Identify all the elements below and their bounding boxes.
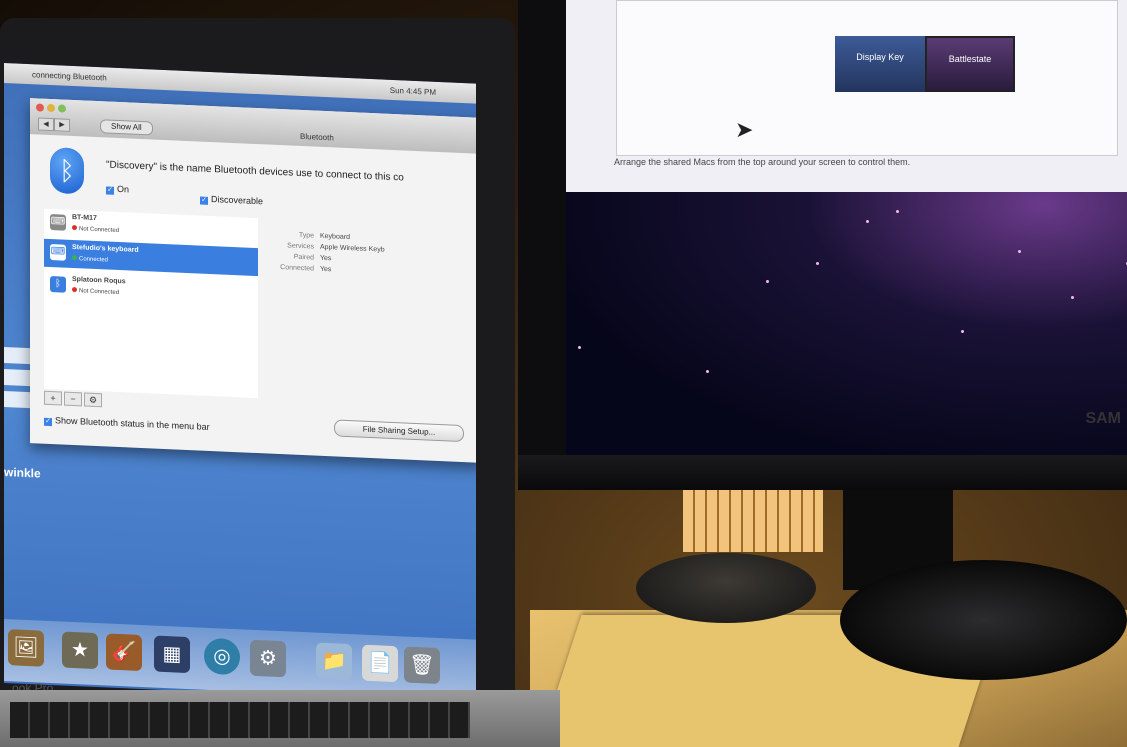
galaxy-star [866, 220, 869, 223]
desktop-label: winkle [4, 465, 41, 481]
computer-mouse [636, 553, 816, 623]
on-checkbox[interactable]: ✓ On [106, 183, 129, 195]
background-window-blinds [683, 490, 823, 552]
on-checkbox-label: On [117, 183, 130, 195]
device-status: Connected [72, 254, 109, 264]
iphoto-icon[interactable]: 🖼 [8, 629, 44, 667]
monitor-bezel-bottom [518, 455, 1127, 490]
device-status: Not Connected [72, 224, 120, 235]
bluetooth-icon: ᛒ [50, 147, 84, 195]
detail-label: Connected [280, 264, 314, 273]
device-status-text: Connected [79, 256, 109, 264]
device-status-text: Not Connected [79, 288, 120, 297]
bluetooth-icon: ᛒ [50, 276, 66, 293]
remove-device-button[interactable]: − [64, 391, 82, 407]
discovery-description: "Discovery" is the name Bluetooth device… [106, 159, 404, 184]
arrange-area: Display Key Battlestate ➤ [616, 0, 1118, 156]
monitor-screen: Display Key Battlestate ➤ Arrange the sh… [566, 0, 1127, 455]
discoverable-checkbox[interactable]: ✓ Discoverable [200, 194, 263, 208]
mac-thumbnail-battlestate[interactable]: Battlestate [925, 36, 1015, 92]
keyboard-icon: ⌨ [50, 214, 66, 231]
status-dot-icon [72, 286, 77, 293]
zoom-button[interactable] [58, 104, 66, 113]
galaxy-star [578, 346, 581, 349]
imovie-icon[interactable]: ★ [62, 631, 98, 670]
minimize-button[interactable] [47, 103, 55, 113]
laptop-keyboard [0, 690, 560, 747]
monitor-stand-base [840, 560, 1127, 680]
show-status-label: Show Bluetooth status in the menu bar [55, 415, 210, 432]
gear-icon[interactable]: ⚙ [84, 392, 102, 408]
galaxy-star [816, 262, 819, 265]
nav-buttons: ◀ ▶ [38, 117, 70, 132]
menu-bar: connecting Bluetooth Sun 4:45 PM [4, 63, 476, 104]
device-status-text: Not Connected [79, 226, 120, 235]
show-status-checkbox[interactable]: ✓ Show Bluetooth status in the menu bar [44, 415, 210, 433]
detail-value: Apple Wireless Keyb [320, 243, 385, 254]
mouse-pointer-icon: ➤ [735, 117, 754, 142]
close-button[interactable] [36, 103, 44, 112]
shared-macs-window: Display Key Battlestate ➤ Arrange the sh… [566, 0, 1127, 192]
time-machine-icon[interactable]: ◎ [204, 637, 240, 676]
detail-value: Yes [320, 254, 332, 263]
window-title: Bluetooth [300, 131, 334, 143]
add-device-button[interactable]: + [44, 390, 62, 406]
document-icon[interactable]: 📄 [362, 644, 398, 683]
arrange-instructions: Arrange the shared Macs from the top aro… [614, 157, 911, 167]
status-dot-icon [72, 254, 77, 261]
device-list: ⌨ BT-M17 Not Connected ⌨ Stefudio's keyb… [44, 208, 258, 399]
keyboard-icon: ⌨ [50, 244, 66, 261]
checkmark-icon: ✓ [106, 186, 114, 195]
checkmark-icon: ✓ [200, 196, 208, 205]
device-status: Not Connected [72, 286, 120, 297]
discoverable-checkbox-label: Discoverable [211, 194, 264, 207]
window-titlebar: ◀ ▶ Show All Bluetooth [30, 98, 476, 154]
device-details: Type Keyboard Services Apple Wireless Keyb… [270, 229, 385, 278]
window-controls [36, 103, 66, 113]
status-dot-icon [72, 224, 77, 231]
external-monitor: Display Key Battlestate ➤ Arrange the sh… [518, 0, 1127, 490]
device-name: Stefudio's keyboard [72, 243, 139, 254]
device-name: Splatoon Roqus [72, 275, 126, 286]
galaxy-star [706, 370, 709, 373]
spaces-icon[interactable]: ▦ [154, 635, 190, 674]
bluetooth-preferences-window: ◀ ▶ Show All Bluetooth ᛒ "Discovery" is … [30, 98, 476, 463]
detail-value: Keyboard [320, 232, 350, 242]
forward-button[interactable]: ▶ [54, 118, 70, 132]
galaxy-star [961, 330, 964, 333]
device-name: BT-M17 [72, 213, 97, 223]
trash-icon[interactable]: 🗑 [404, 646, 440, 685]
keyboard-keys [10, 702, 470, 738]
galaxy-star [896, 210, 899, 213]
file-sharing-setup-button[interactable]: File Sharing Setup... [334, 419, 464, 443]
galaxy-star [1018, 250, 1021, 253]
garageband-icon[interactable]: 🎸 [106, 633, 142, 672]
mac-thumbnail-display-key[interactable]: Display Key [835, 36, 925, 92]
checkmark-icon: ✓ [44, 417, 52, 427]
show-all-button[interactable]: Show All [100, 119, 153, 136]
detail-value: Yes [320, 265, 332, 274]
menu-clock[interactable]: Sun 4:45 PM [390, 85, 436, 96]
system-preferences-icon[interactable]: ⚙ [250, 639, 286, 678]
back-button[interactable]: ◀ [38, 117, 54, 132]
menu-app-name[interactable]: connecting Bluetooth [32, 70, 107, 82]
laptop-screen: connecting Bluetooth Sun 4:45 PM winkle [4, 63, 476, 704]
monitor-brand-logo: SAM [1085, 410, 1121, 427]
photo-scene: Display Key Battlestate ➤ Arrange the sh… [0, 0, 1127, 747]
device-row[interactable]: ᛒ Splatoon Roqus Not Connected [44, 271, 258, 308]
laptop: connecting Bluetooth Sun 4:45 PM winkle [0, 18, 515, 747]
folder-icon[interactable]: 📁 [316, 642, 352, 681]
galaxy-star [766, 280, 769, 283]
list-controls: + − ⚙ [44, 390, 102, 408]
galaxy-star [1071, 296, 1074, 299]
